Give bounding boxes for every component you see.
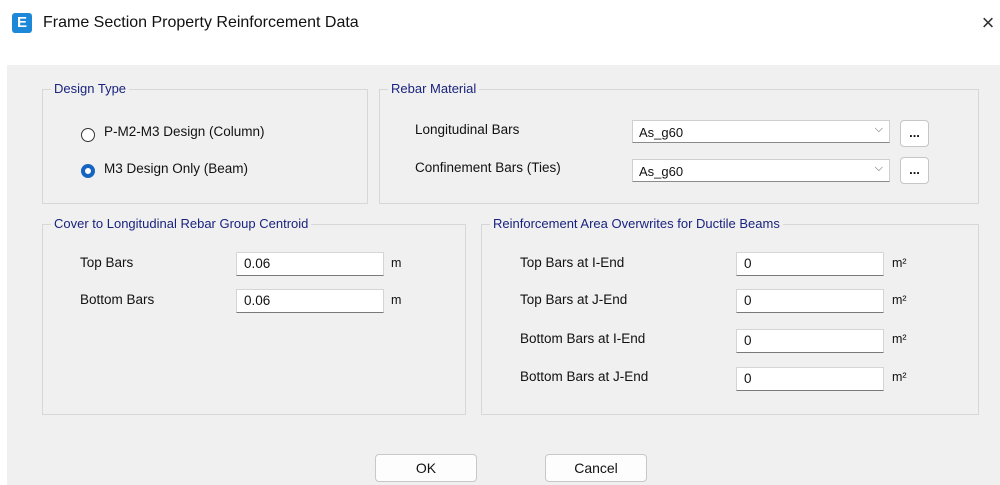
- rebar-material-group: Rebar Material Longitudinal Bars As_g60 …: [379, 81, 979, 204]
- window-title: Frame Section Property Reinforcement Dat…: [43, 14, 359, 31]
- confinement-bars-value: As_g60: [639, 164, 684, 179]
- top-bars-j-end-unit: m²: [892, 293, 907, 307]
- top-bars-j-end-label: Top Bars at J-End: [520, 292, 628, 307]
- cover-bottom-bars-unit: m: [391, 293, 402, 307]
- ok-button[interactable]: OK: [375, 454, 477, 482]
- title-bar: E Frame Section Property Reinforcement D…: [0, 0, 1000, 48]
- bottom-bars-i-end-input[interactable]: 0: [736, 329, 884, 353]
- chevron-down-icon: ⌵: [874, 123, 883, 135]
- beam-design-label[interactable]: M3 Design Only (Beam): [104, 161, 248, 176]
- design-type-group: Design Type P-M2-M3 Design (Column) M3 D…: [42, 81, 368, 204]
- cover-bottom-bars-input[interactable]: 0.06: [236, 289, 384, 313]
- longitudinal-bars-select[interactable]: As_g60 ⌵: [632, 120, 890, 143]
- cover-group-label: Cover to Longitudinal Rebar Group Centro…: [51, 216, 312, 231]
- app-icon: E: [12, 13, 32, 33]
- overwrites-group: Reinforcement Area Overwrites for Ductil…: [481, 216, 979, 415]
- cancel-button[interactable]: Cancel: [545, 454, 647, 482]
- cover-top-bars-input[interactable]: 0.06: [236, 252, 384, 276]
- column-design-label[interactable]: P-M2-M3 Design (Column): [104, 124, 265, 139]
- longitudinal-bars-label: Longitudinal Bars: [415, 122, 520, 137]
- bottom-bars-j-end-unit: m²: [892, 370, 907, 384]
- overwrites-group-label: Reinforcement Area Overwrites for Ductil…: [490, 216, 783, 231]
- top-bars-j-end-input[interactable]: 0: [736, 289, 884, 313]
- beam-design-radio[interactable]: [81, 164, 95, 178]
- design-type-group-label: Design Type: [51, 81, 130, 96]
- cover-top-bars-label: Top Bars: [80, 255, 134, 270]
- dialog-window: E Frame Section Property Reinforcement D…: [0, 0, 1000, 485]
- bottom-bars-i-end-label: Bottom Bars at I-End: [520, 331, 646, 346]
- close-icon[interactable]: ×: [976, 10, 1000, 36]
- column-design-radio[interactable]: [81, 128, 95, 142]
- bottom-bars-j-end-input[interactable]: 0: [736, 367, 884, 391]
- longitudinal-bars-value: As_g60: [639, 125, 684, 140]
- cover-group: Cover to Longitudinal Rebar Group Centro…: [42, 216, 466, 415]
- top-bars-i-end-input[interactable]: 0: [736, 252, 884, 276]
- confinement-bars-select[interactable]: As_g60 ⌵: [632, 159, 890, 182]
- dialog-body: Design Type P-M2-M3 Design (Column) M3 D…: [7, 65, 1000, 485]
- top-bars-i-end-label: Top Bars at I-End: [520, 255, 625, 270]
- chevron-down-icon: ⌵: [874, 162, 883, 174]
- confinement-bars-more-button[interactable]: ...: [900, 157, 929, 184]
- longitudinal-bars-more-button[interactable]: ...: [900, 120, 929, 147]
- cover-top-bars-unit: m: [391, 256, 402, 270]
- bottom-bars-i-end-unit: m²: [892, 332, 907, 346]
- bottom-bars-j-end-label: Bottom Bars at J-End: [520, 369, 649, 384]
- rebar-material-group-label: Rebar Material: [388, 81, 480, 96]
- top-bars-i-end-unit: m²: [892, 256, 907, 270]
- confinement-bars-label: Confinement Bars (Ties): [415, 160, 561, 175]
- cover-bottom-bars-label: Bottom Bars: [80, 292, 155, 307]
